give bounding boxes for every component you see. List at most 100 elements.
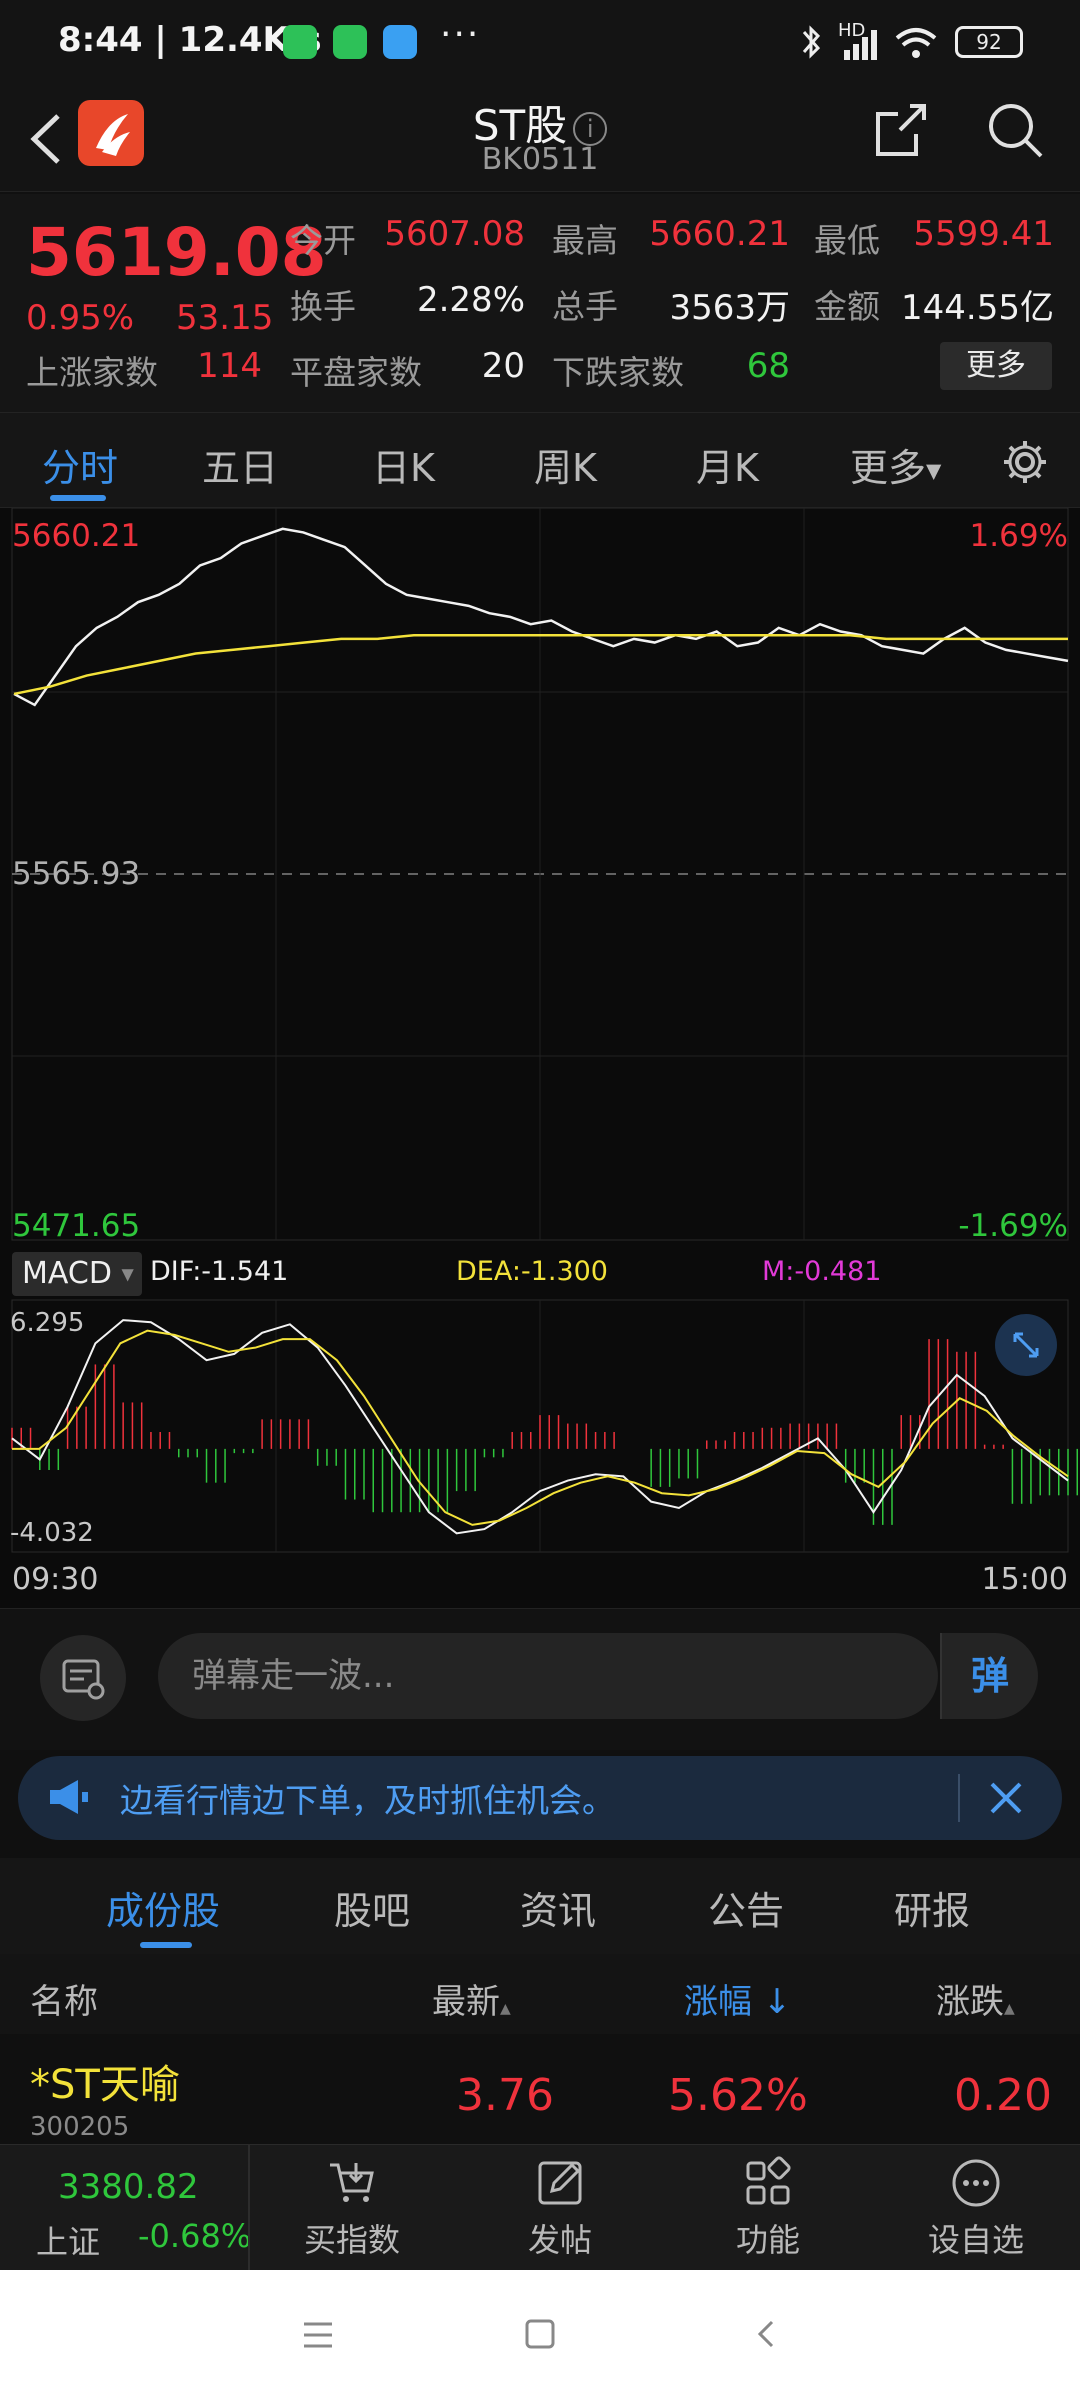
system-nav-bar bbox=[0, 2270, 1080, 2400]
y-axis-mid-price: 5565.93 bbox=[12, 856, 141, 892]
back-icon[interactable] bbox=[748, 2316, 784, 2352]
low-label: 最低 bbox=[814, 221, 880, 260]
close-icon[interactable] bbox=[986, 1778, 1026, 1818]
index-change: -0.68% bbox=[138, 2217, 252, 2255]
period-tabs: 分时 五日 日K 周K 月K 更多▼ bbox=[0, 412, 1080, 508]
tab-intraday[interactable]: 分时 bbox=[42, 437, 118, 492]
high-value: 5660.21 bbox=[649, 214, 790, 254]
nav-post[interactable]: 发帖 bbox=[490, 2155, 630, 2261]
gear-icon[interactable] bbox=[1000, 437, 1050, 487]
tab-more[interactable]: 更多▼ bbox=[850, 437, 941, 492]
col-chg-label: 涨跌 bbox=[936, 1982, 1004, 2022]
search-icon[interactable] bbox=[985, 100, 1045, 160]
chart-grid bbox=[11, 508, 1069, 1553]
open-value: 5607.08 bbox=[384, 214, 525, 254]
nav-buy-index-label: 买指数 bbox=[303, 2221, 400, 2259]
menu-icon[interactable] bbox=[300, 2318, 336, 2352]
low-value: 5599.41 bbox=[913, 214, 1054, 254]
status-bar: 8:44 | 12.4K/s ··· HD 92 bbox=[0, 0, 1080, 90]
nav-add-watchlist-label: 设自选 bbox=[927, 2221, 1024, 2259]
change-value: 53.15 bbox=[176, 298, 274, 338]
y-axis-bottom-price: 5471.65 bbox=[12, 1208, 141, 1244]
intraday-chart[interactable]: 5660.21 1.69% 5565.93 5471.65 -1.69% MAC… bbox=[0, 508, 1080, 1608]
macd-m: M:-0.481 bbox=[762, 1256, 882, 1287]
turnover-label: 换手 bbox=[290, 287, 356, 326]
content-tabs: 成份股 股吧 资讯 公告 研报 bbox=[0, 1858, 1080, 1954]
change-percent: 0.95% bbox=[26, 298, 135, 338]
volume-label: 总手 bbox=[552, 287, 618, 326]
up-count-label: 上涨家数 bbox=[26, 353, 158, 392]
tab-five-day[interactable]: 五日 bbox=[202, 437, 278, 492]
tab-weekly-k[interactable]: 周K bbox=[534, 437, 597, 492]
wechat-icon bbox=[283, 25, 317, 59]
nav-divider bbox=[248, 2145, 250, 2271]
col-last-label: 最新 bbox=[432, 1982, 500, 2022]
x-axis-end: 15:00 bbox=[981, 1562, 1068, 1597]
up-count-value: 114 bbox=[197, 346, 262, 386]
col-last-sort[interactable]: 最新▲ bbox=[432, 1974, 511, 2023]
nav-buy-index[interactable]: 买指数 bbox=[282, 2155, 422, 2261]
tab-research[interactable]: 研报 bbox=[894, 1880, 970, 1935]
amount-value: 144.55亿 bbox=[901, 288, 1054, 328]
chevron-down-icon: ▼ bbox=[926, 458, 942, 483]
edit-icon bbox=[538, 2161, 582, 2205]
tab-monthly-k[interactable]: 月K bbox=[696, 437, 759, 492]
danmu-input[interactable]: 弹幕走一波... bbox=[158, 1633, 938, 1719]
current-price: 5619.08 bbox=[26, 214, 327, 291]
avg-price-line bbox=[13, 633, 1068, 696]
amount-label: 金额 bbox=[814, 287, 880, 326]
sort-desc-icon: ↓ bbox=[762, 1982, 792, 2022]
promo-divider bbox=[958, 1774, 960, 1822]
stock-name: *ST天喻 bbox=[30, 2062, 180, 2108]
tab-active-indicator bbox=[50, 495, 106, 501]
expand-icon[interactable] bbox=[995, 1314, 1057, 1376]
danmu-settings-icon[interactable] bbox=[40, 1635, 126, 1721]
tab-news[interactable]: 资讯 bbox=[520, 1880, 596, 1935]
turnover-value: 2.28% bbox=[416, 280, 525, 320]
info-icon[interactable]: i bbox=[573, 111, 608, 146]
battery-icon: 92 bbox=[955, 26, 1023, 58]
speaker-icon bbox=[50, 1780, 88, 1814]
sort-icon: ▲ bbox=[500, 2001, 511, 2017]
y-axis-top-pct: 1.69% bbox=[969, 518, 1068, 554]
col-chg-sort[interactable]: 涨跌▲ bbox=[936, 1974, 1015, 2023]
macd-axis-top: 6.295 bbox=[10, 1308, 85, 1338]
macd-axis-bottom: -4.032 bbox=[10, 1518, 94, 1548]
table-row[interactable]: *ST天喻 300205 3.76 5.62% 0.20 bbox=[0, 2034, 1080, 2144]
col-pct-sort[interactable]: 涨幅 ↓ bbox=[684, 1974, 791, 2023]
wechat-icon bbox=[333, 25, 367, 59]
more-circle-icon bbox=[952, 2159, 1000, 2207]
subtab-active-indicator bbox=[140, 1942, 192, 1948]
grid-icon bbox=[746, 2156, 791, 2205]
index-ticker[interactable]: 3380.82 上证 -0.68% bbox=[0, 2145, 252, 2271]
home-icon[interactable] bbox=[522, 2316, 558, 2352]
danmu-bar: 弹幕走一波... 弹 bbox=[0, 1608, 1080, 1750]
index-name: 上证 bbox=[36, 2223, 101, 2261]
danmu-toggle-button[interactable]: 弹 bbox=[940, 1633, 1038, 1719]
high-label: 最高 bbox=[552, 221, 618, 260]
y-axis-bottom-pct: -1.69% bbox=[958, 1208, 1068, 1244]
chevron-down-icon: ▼ bbox=[121, 1264, 134, 1284]
promo-banner[interactable]: 边看行情边下单，及时抓住机会。 bbox=[18, 1756, 1062, 1840]
share-icon[interactable] bbox=[870, 100, 930, 160]
tab-more-label: 更多 bbox=[850, 446, 927, 490]
stock-last: 3.76 bbox=[456, 2070, 554, 2121]
flat-count-label: 平盘家数 bbox=[290, 353, 422, 392]
bottom-nav: 3380.82 上证 -0.68% 买指数 发帖 功能 设自选 bbox=[0, 2144, 1080, 2271]
table-header: 名称 最新▲ 涨幅 ↓ 涨跌▲ bbox=[0, 1954, 1080, 2034]
col-name: 名称 bbox=[30, 1982, 98, 2022]
tab-announcements[interactable]: 公告 bbox=[708, 1880, 784, 1935]
nav-functions[interactable]: 功能 bbox=[698, 2155, 838, 2261]
index-value: 3380.82 bbox=[58, 2167, 199, 2207]
down-count-label: 下跌家数 bbox=[552, 353, 684, 392]
quote-more-button[interactable]: 更多 bbox=[940, 342, 1052, 390]
tab-forum[interactable]: 股吧 bbox=[334, 1880, 410, 1935]
nav-add-watchlist[interactable]: 设自选 bbox=[906, 2155, 1046, 2261]
app-header: ST股 i BK0511 bbox=[0, 90, 1080, 192]
tab-daily-k[interactable]: 日K bbox=[372, 437, 435, 492]
nav-post-label: 发帖 bbox=[527, 2221, 592, 2259]
indicator-select[interactable]: MACD ▼ bbox=[12, 1252, 142, 1296]
tab-constituents[interactable]: 成份股 bbox=[106, 1880, 220, 1935]
stock-chg: 0.20 bbox=[954, 2070, 1052, 2121]
signal-icon bbox=[844, 30, 877, 60]
